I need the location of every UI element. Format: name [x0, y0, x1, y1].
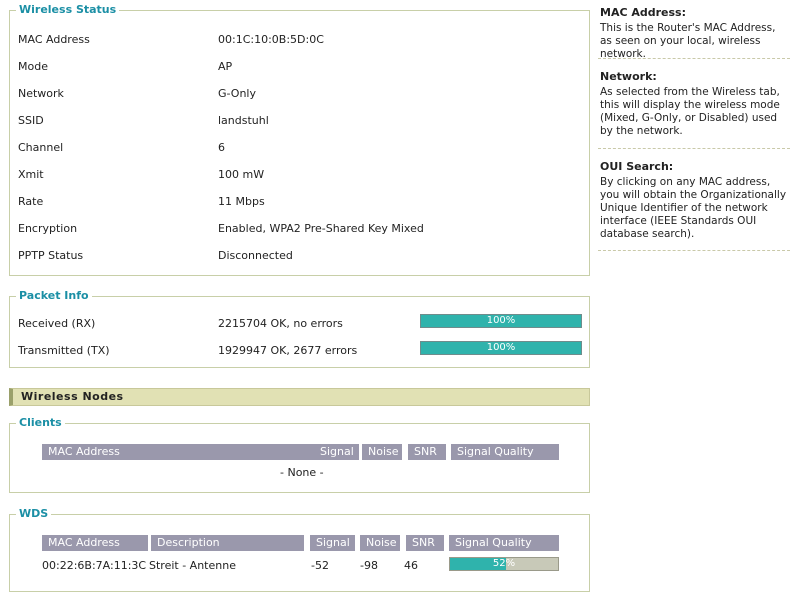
tx-progress-bar: 100% [420, 341, 582, 355]
clients-panel: Clients MAC Address Signal Noise SNR Sig… [9, 416, 590, 493]
status-label: Network [18, 87, 64, 100]
status-value: 6 [218, 141, 225, 154]
packet-label: Transmitted (TX) [18, 344, 110, 357]
help-divider [598, 148, 790, 149]
wds-cell-noise: -98 [360, 559, 378, 572]
clients-header-noise[interactable]: Noise [362, 444, 402, 460]
packet-value: 2215704 OK, no errors [218, 317, 343, 330]
status-value: G-Only [218, 87, 256, 100]
wds-legend: WDS [16, 507, 52, 521]
status-label: Channel [18, 141, 64, 154]
wireless-nodes-header: Wireless Nodes [9, 388, 590, 406]
wds-header-snr[interactable]: SNR [406, 535, 444, 551]
clients-legend: Clients [16, 416, 65, 430]
help-text-oui: By clicking on any MAC address, you will… [600, 176, 787, 240]
status-value: landstuhl [218, 114, 269, 127]
status-label: SSID [18, 114, 44, 127]
help-title-mac: MAC Address: [600, 6, 687, 19]
wds-header-description[interactable]: Description [151, 535, 304, 551]
wds-quality-bar: 52% [449, 557, 559, 571]
help-title-oui: OUI Search: [600, 160, 674, 173]
status-value: Disconnected [218, 249, 293, 262]
tx-progress-text: 100% [486, 342, 516, 353]
clients-empty-text: - None - [280, 466, 324, 479]
wds-cell-description: Streit - Antenne [149, 559, 236, 572]
clients-header-signal[interactable]: Signal [314, 444, 359, 460]
help-divider [598, 58, 790, 59]
packet-value: 1929947 OK, 2677 errors [218, 344, 358, 357]
status-value: 00:1C:10:0B:5D:0C [218, 33, 324, 46]
packet-info-panel: Packet Info Received (RX) 2215704 OK, no… [9, 289, 590, 368]
help-text-network: As selected from the Wireless tab, this … [600, 86, 780, 137]
clients-header-snr[interactable]: SNR [408, 444, 446, 460]
wds-header-signal[interactable]: Signal [310, 535, 355, 551]
status-label: MAC Address [18, 33, 90, 46]
wds-header-mac[interactable]: MAC Address [42, 535, 148, 551]
wds-header-quality[interactable]: Signal Quality [449, 535, 559, 551]
packet-label: Received (RX) [18, 317, 96, 330]
wds-panel: WDS MAC Address Description Signal Noise… [9, 507, 590, 592]
status-value: 11 Mbps [218, 195, 265, 208]
status-value: 100 mW [218, 168, 265, 181]
rx-progress-text: 100% [486, 315, 516, 326]
clients-header-quality[interactable]: Signal Quality [451, 444, 559, 460]
clients-header-mac[interactable]: MAC Address [42, 444, 316, 460]
status-label: Xmit [18, 168, 44, 181]
help-divider [598, 250, 790, 251]
wds-cell-snr: 46 [404, 559, 418, 572]
wds-header-noise[interactable]: Noise [360, 535, 400, 551]
status-label: Rate [18, 195, 44, 208]
status-label: Mode [18, 60, 48, 73]
rx-progress-bar: 100% [420, 314, 582, 328]
wds-cell-mac[interactable]: 00:22:6B:7A:11:3C [42, 559, 146, 573]
status-value: Enabled, WPA2 Pre-Shared Key Mixed [218, 222, 424, 235]
status-label: PPTP Status [18, 249, 84, 262]
wireless-status-panel: Wireless Status MAC Address 00:1C:10:0B:… [9, 3, 590, 276]
status-label: Encryption [18, 222, 78, 235]
wds-quality-text: 52% [492, 558, 516, 569]
help-title-network: Network: [600, 70, 657, 83]
packet-info-legend: Packet Info [16, 289, 92, 303]
wds-cell-signal: -52 [311, 559, 329, 572]
wireless-status-legend: Wireless Status [16, 3, 120, 17]
help-text-mac: This is the Router's MAC Address, as see… [600, 22, 776, 60]
status-value: AP [218, 60, 233, 73]
